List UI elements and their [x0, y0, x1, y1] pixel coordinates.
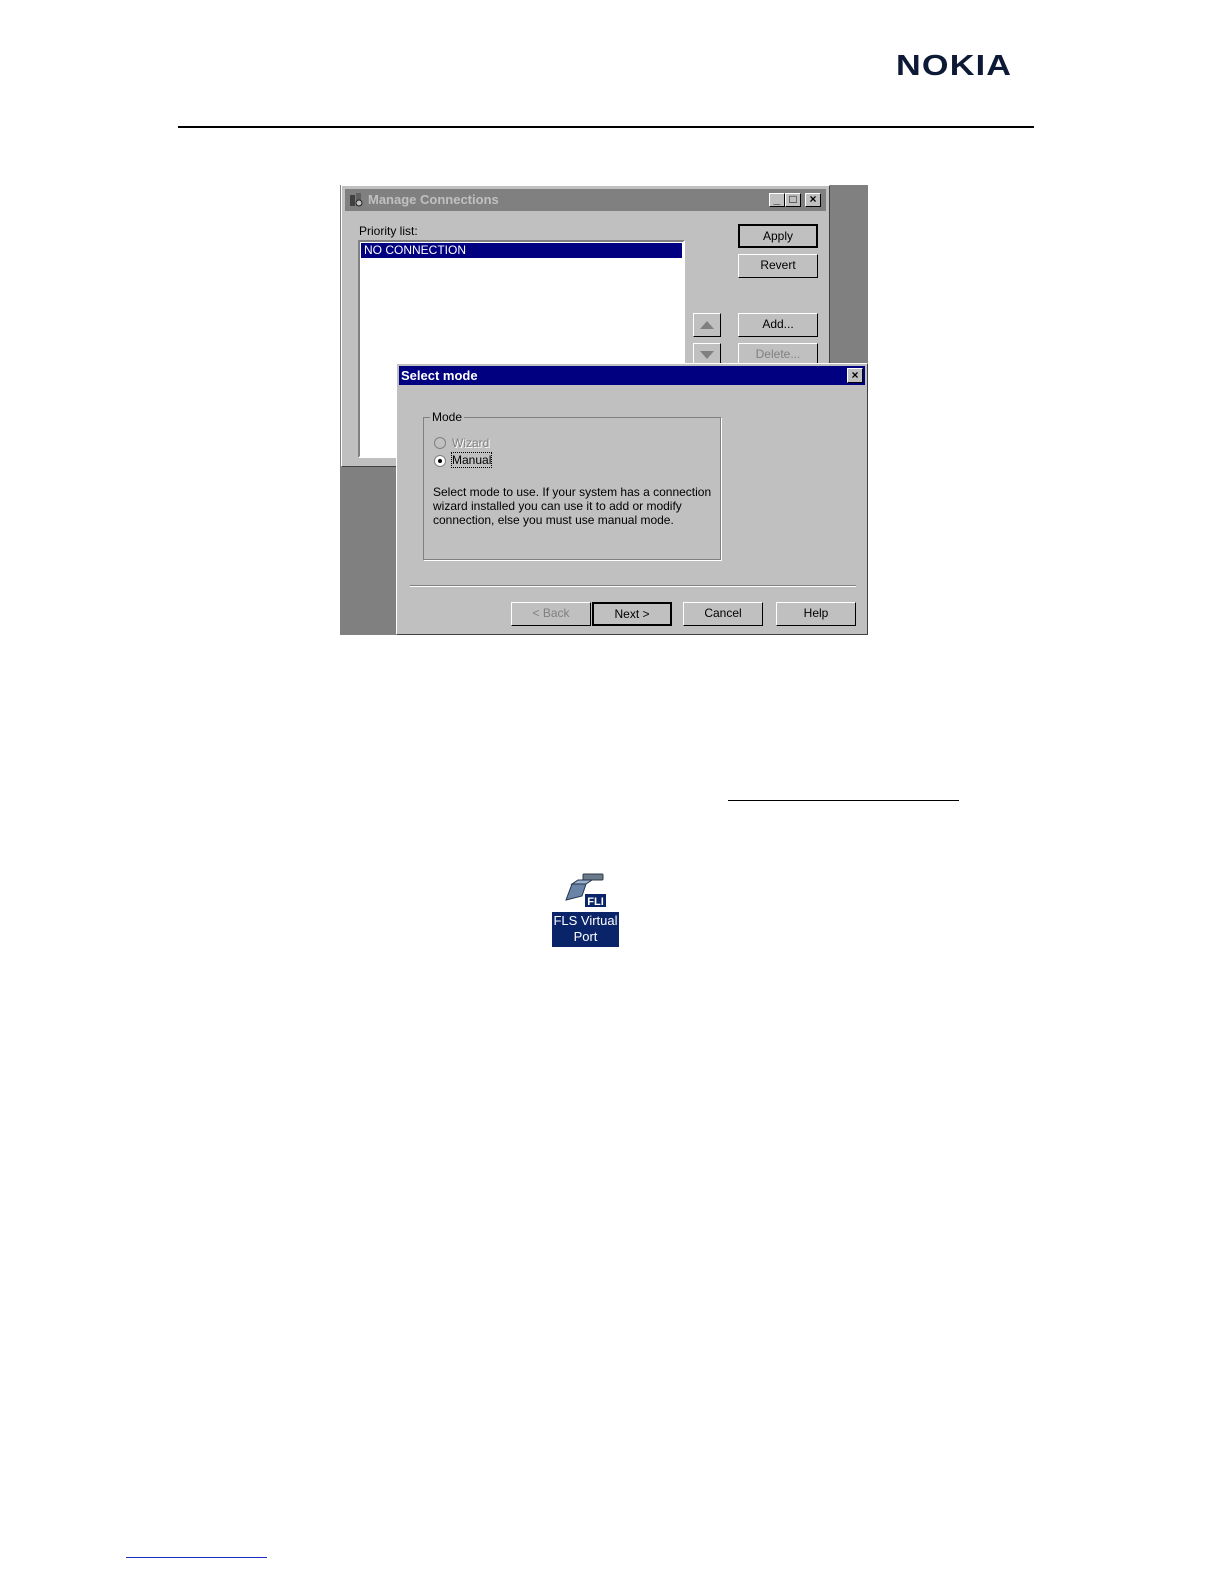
minimize-icon: _ [773, 192, 781, 206]
maximize-button[interactable]: □ [785, 193, 801, 207]
close-icon: × [809, 192, 817, 206]
radio-selected-dot [438, 459, 442, 463]
dialog-close-button[interactable]: × [847, 368, 863, 383]
select-mode-titlebar[interactable]: Select mode × [399, 366, 865, 385]
manual-radio-label[interactable]: Manual [450, 452, 493, 468]
arrow-up-icon [700, 321, 714, 329]
connections-app-icon [350, 193, 363, 207]
fls-badge: FLI [587, 896, 604, 908]
wizard-radio[interactable] [434, 437, 446, 449]
next-button[interactable]: Next > [592, 602, 672, 626]
header-rule [178, 126, 1034, 128]
add-button[interactable]: Add... [738, 313, 818, 337]
dialog-separator [410, 585, 856, 586]
mode-group-label: Mode [430, 410, 465, 424]
select-mode-dialog: Select mode × Mode Wizard Manual Select … [396, 363, 868, 635]
manage-connections-titlebar[interactable]: Manage Connections _ □ × [345, 189, 826, 211]
arrow-down-icon [700, 351, 714, 359]
apply-button[interactable]: Apply [738, 224, 818, 248]
screenshot: Manage Connections _ □ × Priority list: … [340, 185, 868, 635]
maximize-icon: □ [789, 192, 797, 206]
back-button[interactable]: < Back [511, 602, 591, 626]
minimize-button[interactable]: _ [769, 193, 785, 207]
fls-virtual-port-icon[interactable]: FLI [552, 870, 619, 912]
move-up-button[interactable] [693, 313, 721, 337]
text-underline [728, 800, 959, 801]
footer-link-line [126, 1557, 267, 1558]
manual-radio[interactable] [434, 455, 446, 467]
help-button[interactable]: Help [776, 602, 856, 626]
close-button[interactable]: × [805, 193, 821, 207]
select-mode-title: Select mode [401, 368, 478, 383]
manage-connections-title: Manage Connections [368, 192, 499, 207]
nokia-logo: NOKIA [896, 50, 1013, 82]
fls-virtual-port-label[interactable]: FLS Virtual Port [552, 912, 619, 947]
close-icon: × [851, 368, 859, 382]
list-item[interactable]: NO CONNECTION [361, 243, 682, 258]
priority-list-label: Priority list: [359, 224, 418, 238]
revert-button[interactable]: Revert [738, 254, 818, 278]
cancel-button[interactable]: Cancel [683, 602, 763, 626]
mode-description: Select mode to use. If your system has a… [433, 485, 712, 527]
wizard-radio-label[interactable]: Wizard [452, 436, 489, 450]
